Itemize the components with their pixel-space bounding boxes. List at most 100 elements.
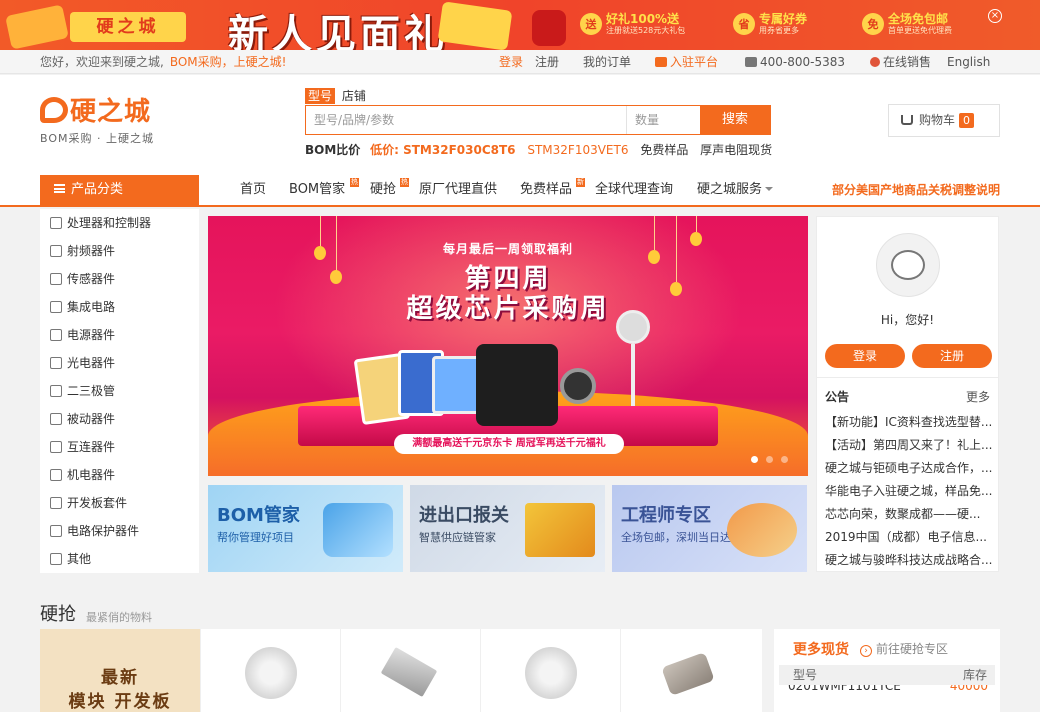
hot-promo-card[interactable]: 最新 模块 开发板 xyxy=(40,629,200,712)
engineer-zone-banner[interactable]: 工程师专区 全场包邮，深圳当日达 xyxy=(612,485,807,572)
stock-panel: 更多现货 › 前往硬抢专区 型号 库存 0201WMF1101TCE 40000 xyxy=(774,629,1000,712)
nav-home[interactable]: 首页 xyxy=(240,175,266,205)
search-input[interactable]: 型号/品牌/参数 xyxy=(314,106,394,134)
my-orders-link[interactable]: 我的订单 xyxy=(583,50,631,74)
register-link[interactable]: 注册 xyxy=(535,50,559,74)
category-item[interactable]: 处理器和控制器 xyxy=(40,209,199,237)
sub-banner-title: 进出口报关 xyxy=(419,505,509,526)
sub-banner-title: BOM管家 xyxy=(217,505,300,526)
announcement-more-link[interactable]: 更多 xyxy=(966,388,990,405)
product-image xyxy=(525,647,577,699)
user-greeting: Hi，您好! xyxy=(880,313,935,327)
hot-link-low-price[interactable]: 低价: STM32F030C8T6 xyxy=(370,143,515,157)
logo-slogan: BOM采购 · 上硬之城 xyxy=(40,132,154,145)
online-sales-link[interactable]: 在线销售 xyxy=(870,50,931,74)
category-item[interactable]: 二三极管 xyxy=(40,377,199,405)
promo-item-gift: 送 好礼100%送 注册就送528元大礼包 xyxy=(580,12,685,36)
product-card[interactable] xyxy=(200,629,340,712)
search-button[interactable]: 搜索 xyxy=(700,106,770,134)
category-item-label: 被动器件 xyxy=(67,412,116,426)
category-item[interactable]: 被动器件 xyxy=(40,405,199,433)
product-card[interactable] xyxy=(340,629,480,712)
product-card[interactable] xyxy=(480,629,620,712)
goto-flash-sale-link[interactable]: › 前往硬抢专区 xyxy=(860,640,948,657)
category-item[interactable]: 开发板套件 xyxy=(40,489,199,517)
tariff-notice-link[interactable]: 部分美国产地商品关税调整说明 xyxy=(832,175,1000,205)
carousel-dot[interactable] xyxy=(781,456,788,463)
announcement-item[interactable]: 华能电子入驻硬之城，样品免... xyxy=(825,480,993,503)
category-item[interactable]: 光电器件 xyxy=(40,349,199,377)
hot-link-stm32f103[interactable]: STM32F103VET6 xyxy=(527,143,628,157)
logo[interactable]: 硬之城 BOM采购 · 上硬之城 xyxy=(40,91,154,146)
phone-icon xyxy=(745,57,757,67)
phone-text: 400-800-5383 xyxy=(760,55,846,69)
other-icon xyxy=(50,553,62,565)
category-item[interactable]: 互连器件 xyxy=(40,433,199,461)
category-item-label: 机电器件 xyxy=(67,468,116,482)
optoelectronic-icon xyxy=(50,357,62,369)
bom-manager-banner[interactable]: BOM管家 帮你管理好项目 xyxy=(208,485,403,572)
nav-bom[interactable]: BOM管家 xyxy=(289,175,345,205)
tab-part-number[interactable]: 型号 xyxy=(305,88,336,104)
nav-direct-supply[interactable]: 原厂代理直供 xyxy=(419,175,497,205)
promo-item-label: 专属好券 xyxy=(759,12,808,26)
category-item[interactable]: 电路保护器件 xyxy=(40,517,199,545)
cart-button[interactable]: 购物车 0 xyxy=(888,104,1000,137)
customs-banner[interactable]: 进出口报关 智慧供应链管家 xyxy=(410,485,605,572)
category-item[interactable]: 机电器件 xyxy=(40,461,199,489)
table-row[interactable]: 0201WMF1101TCE 40000 xyxy=(788,685,988,695)
nav-global-agent[interactable]: 全球代理查询 xyxy=(595,175,673,205)
hot-link-free-sample[interactable]: 免费样品 xyxy=(640,143,688,157)
category-item[interactable]: 电源器件 xyxy=(40,321,199,349)
hot-link-resistor[interactable]: 厚声电阻现货 xyxy=(700,143,772,157)
logo-name: 硬之城 xyxy=(70,97,152,127)
category-item[interactable]: 集成电路 xyxy=(40,293,199,321)
greeting: 您好，欢迎来到硬之城, BOM采购，上硬之城! xyxy=(40,50,286,74)
carousel-dot[interactable] xyxy=(751,456,758,463)
announcement-item[interactable]: 硬之城与骏晔科技达成战略合... xyxy=(825,549,993,572)
tab-store[interactable]: 店铺 xyxy=(339,88,369,104)
nav-free-sample[interactable]: 免费样品 xyxy=(520,175,572,205)
announcement-item[interactable]: 硬之城与钜硕电子达成合作，... xyxy=(825,457,993,480)
gift-box-icon xyxy=(437,1,513,50)
top-bar: 您好，欢迎来到硬之城, BOM采购，上硬之城! 登录 注册 我的订单 入驻平台 4… xyxy=(0,50,1040,74)
product-image xyxy=(245,647,297,699)
carousel-dot[interactable] xyxy=(766,456,773,463)
panel-login-button[interactable]: 登录 xyxy=(825,344,905,368)
announcement-item[interactable]: 【活动】第四周又来了！礼上... xyxy=(825,434,993,457)
category-button[interactable]: 产品分类 xyxy=(40,175,199,207)
header: 硬之城 BOM采购 · 上硬之城 型号 店铺 型号/品牌/参数 数量 搜索 BO… xyxy=(0,75,1040,175)
category-item[interactable]: 射频器件 xyxy=(40,237,199,265)
nav-flash-sale[interactable]: 硬抢 xyxy=(370,175,396,205)
product-image xyxy=(661,652,715,696)
info-icon: › xyxy=(860,645,872,657)
login-link[interactable]: 登录 xyxy=(499,50,523,74)
join-platform-link[interactable]: 入驻平台 xyxy=(655,50,718,74)
promo-item-coupon: 省 专属好券 用券省更多 xyxy=(733,12,807,36)
greeting-slogan: BOM采购，上硬之城! xyxy=(169,55,287,69)
category-item[interactable]: 其他 xyxy=(40,545,199,573)
divider xyxy=(817,377,998,378)
category-item[interactable]: 传感器件 xyxy=(40,265,199,293)
nav-services[interactable]: 硬之城服务 xyxy=(697,175,774,205)
category-item-label: 电源器件 xyxy=(67,328,116,342)
promo-banner[interactable]: 硬之城 新人见面礼 送 好礼100%送 注册就送528元大礼包 省 专属好券 用券省… xyxy=(0,0,1040,50)
product-image xyxy=(380,647,438,697)
announcement-list: 【新功能】IC资料查找选型替... 【活动】第四周又来了！礼上... 硬之城与钜… xyxy=(825,411,993,572)
product-card[interactable] xyxy=(620,629,760,712)
stock-title: 更多现货 xyxy=(793,642,849,658)
category-item-label: 传感器件 xyxy=(67,272,116,286)
language-link[interactable]: English xyxy=(947,50,990,74)
announcement-item[interactable]: 芯芯向荣，数聚成都——硬... xyxy=(825,503,993,526)
rf-icon xyxy=(50,245,62,257)
promo-close-icon[interactable]: × xyxy=(988,9,1002,23)
announcement-item[interactable]: 2019中国（成都）电子信息... xyxy=(825,526,993,549)
announcement-item[interactable]: 【新功能】IC资料查找选型替... xyxy=(825,411,993,434)
panel-register-button[interactable]: 注册 xyxy=(912,344,992,368)
hero-carousel[interactable]: 每月最后一周领取福利 第四周 超级芯片采购周 满额最高送千元京东卡 周冠军再送千… xyxy=(208,216,808,476)
carousel-dots xyxy=(743,452,788,466)
promo-item-sub: 用券省更多 xyxy=(759,26,799,35)
hot-promo-line1: 最新 xyxy=(101,668,139,688)
category-item-label: 互连器件 xyxy=(67,440,116,454)
quantity-input[interactable]: 数量 xyxy=(626,106,702,134)
